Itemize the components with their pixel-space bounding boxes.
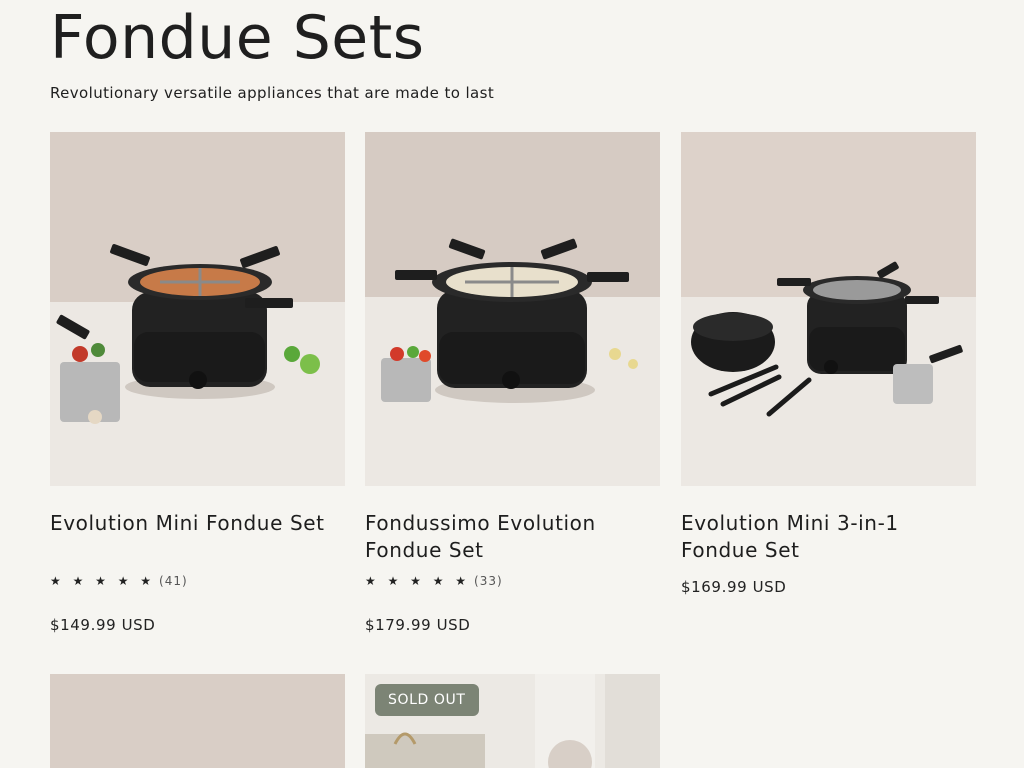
product-price: $179.99 USD (365, 616, 471, 634)
page-title: Fondue Sets (50, 3, 425, 73)
product-name[interactable]: Fondussimo Evolution Fondue Set (365, 510, 660, 564)
star-rating-icon: ★ ★ ★ ★ ★ (50, 574, 156, 588)
product-card[interactable]: Fondussimo Evolution Fondue Set ★ ★ ★ ★ … (365, 132, 660, 634)
product-image[interactable]: SOLD OUT (365, 674, 660, 768)
page-subtitle: Revolutionary versatile appliances that … (50, 84, 495, 102)
product-name[interactable]: Evolution Mini Fondue Set (50, 510, 345, 564)
product-name[interactable]: Evolution Mini 3-in-1 Fondue Set (681, 510, 976, 564)
product-price: $169.99 USD (681, 578, 787, 596)
review-count: (41) (159, 574, 188, 588)
product-image[interactable] (50, 674, 345, 768)
product-card[interactable]: SOLD OUT (365, 674, 660, 768)
product-card[interactable]: Evolution Mini 3-in-1 Fondue Set $169.99… (681, 132, 976, 596)
product-image[interactable] (50, 132, 345, 486)
product-image[interactable] (365, 132, 660, 486)
star-rating-icon: ★ ★ ★ ★ ★ (365, 574, 471, 588)
product-card[interactable] (50, 674, 345, 768)
product-price: $149.99 USD (50, 616, 156, 634)
product-card[interactable]: Evolution Mini Fondue Set ★ ★ ★ ★ ★ (41)… (50, 132, 345, 634)
review-count: (33) (474, 574, 503, 588)
product-rating: ★ ★ ★ ★ ★ (33) (365, 574, 660, 588)
product-image[interactable] (681, 132, 976, 486)
product-rating: ★ ★ ★ ★ ★ (41) (50, 574, 345, 588)
sold-out-badge: SOLD OUT (375, 684, 479, 716)
